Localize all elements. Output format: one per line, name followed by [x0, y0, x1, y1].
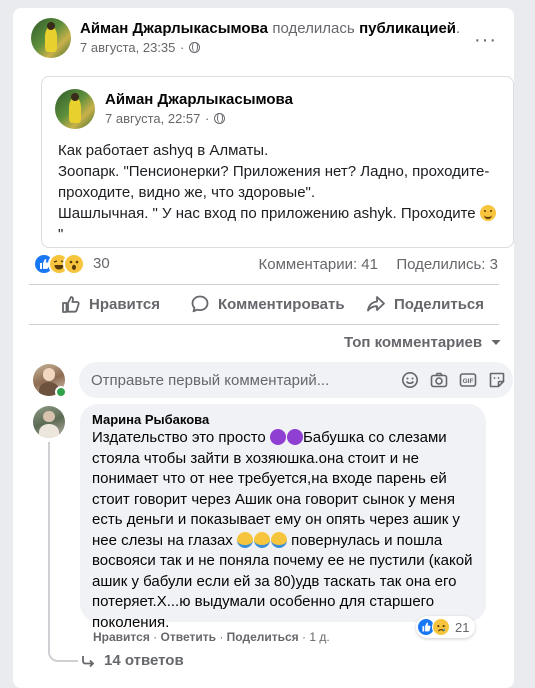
post-stats: Комментарии: 41 Поделились: 3: [259, 256, 499, 273]
online-status-indicator: [55, 386, 67, 398]
comment-sort-dropdown[interactable]: Топ комментариев: [344, 334, 502, 351]
comment-text: Издательство это просто Бабушка со слеза…: [92, 428, 482, 633]
divider: [29, 324, 499, 325]
comment-reply-link[interactable]: Ответить: [161, 630, 216, 644]
post-card: Айман Джарлыкасымова поделилась публикац…: [13, 8, 514, 688]
sticker-icon[interactable]: [488, 371, 506, 389]
shared-timestamp-row: 7 августа, 22:57 ·: [105, 111, 226, 126]
emoji-icon[interactable]: [401, 371, 419, 389]
separator: ·: [302, 630, 307, 644]
share-action-text: поделилась: [272, 20, 355, 37]
shares-count[interactable]: Поделились: 3: [396, 256, 498, 273]
comment-reactions-badge[interactable]: 21: [416, 616, 476, 638]
comment-reactions-count: 21: [455, 619, 470, 635]
like-button-label: Нравится: [89, 295, 161, 313]
reactions-summary[interactable]: [33, 253, 93, 275]
globe-icon: [214, 113, 226, 124]
globe-icon: [189, 42, 201, 53]
post-header: Айман Джарлыкасымова поделилась публикац…: [80, 20, 460, 38]
shared-post-text: Как работает ashyq в Алматы. Зоопарк. "П…: [58, 140, 508, 245]
smile-emoji-icon: [479, 205, 496, 221]
reactions-count[interactable]: 30: [93, 255, 110, 272]
thread-line: [48, 442, 78, 662]
comment-bubble: Марина Рыбакова Издательство это просто …: [80, 404, 486, 631]
post-text-end: ": [58, 226, 64, 243]
gif-icon[interactable]: GIF: [459, 371, 477, 389]
view-replies-link[interactable]: 14 ответов: [80, 652, 184, 669]
separator: ·: [153, 630, 158, 644]
sort-label: Топ комментариев: [344, 334, 483, 351]
share-arrow-icon: [367, 296, 385, 312]
divider: [29, 284, 499, 285]
svg-text:GIF: GIF: [463, 378, 474, 385]
comments-count[interactable]: Комментарии: 41: [259, 256, 379, 273]
replies-count-label: 14 ответов: [104, 652, 184, 669]
period: .: [456, 20, 461, 37]
author-avatar[interactable]: [31, 18, 71, 58]
post-timestamp[interactable]: 7 августа, 23:35: [80, 40, 175, 55]
crying-emoji-icon: [270, 531, 287, 548]
devil-emoji-icon: [269, 429, 286, 445]
separator: ·: [219, 630, 224, 644]
reply-arrow-icon: [82, 655, 95, 667]
shared-post[interactable]: Айман Джарлыкасымова 7 августа, 22:57 · …: [41, 76, 514, 248]
comment-timestamp[interactable]: 1 д.: [309, 630, 329, 644]
comment-like-link[interactable]: Нравится: [93, 630, 150, 644]
comment-button-label: Комментировать: [218, 295, 345, 313]
shared-author-name[interactable]: Айман Джарлыкасымова: [105, 91, 293, 108]
comment-button[interactable]: Комментировать: [190, 293, 345, 315]
share-button-label: Поделиться: [394, 295, 485, 313]
share-button[interactable]: Поделиться: [366, 293, 484, 315]
crying-emoji-icon: [236, 531, 253, 548]
comment-input-box[interactable]: GIF: [79, 362, 513, 398]
sad-reaction-icon: [432, 618, 450, 636]
commenter-name[interactable]: Марина Рыбакова: [92, 412, 209, 427]
comment-icon: [191, 295, 209, 313]
publication-link[interactable]: публикацией: [359, 20, 456, 37]
thumbs-up-icon: [62, 296, 80, 313]
wow-reaction-icon: [63, 253, 85, 275]
post-timestamp-row: 7 августа, 23:35 ·: [80, 40, 201, 55]
camera-icon[interactable]: [430, 371, 448, 389]
commenter-avatar[interactable]: [33, 406, 65, 438]
comment-actions: Нравится · Ответить · Поделиться · 1 д.: [93, 630, 330, 644]
shared-timestamp[interactable]: 7 августа, 22:57: [105, 111, 200, 126]
shared-author-avatar[interactable]: [55, 89, 95, 129]
comment-share-link[interactable]: Поделиться: [227, 630, 299, 644]
author-name[interactable]: Айман Джарлыкасымова: [80, 20, 268, 37]
more-options-icon[interactable]: ···: [474, 30, 497, 50]
crying-emoji-icon: [253, 531, 270, 548]
caret-down-icon: [491, 340, 501, 345]
devil-emoji-icon: [286, 429, 303, 445]
comment-input[interactable]: [91, 362, 381, 398]
comment-text-part: Издательство это просто: [92, 429, 270, 446]
post-text-body: Как работает ashyq в Алматы. Зоопарк. "П…: [58, 142, 490, 222]
like-button[interactable]: Нравится: [61, 293, 160, 315]
